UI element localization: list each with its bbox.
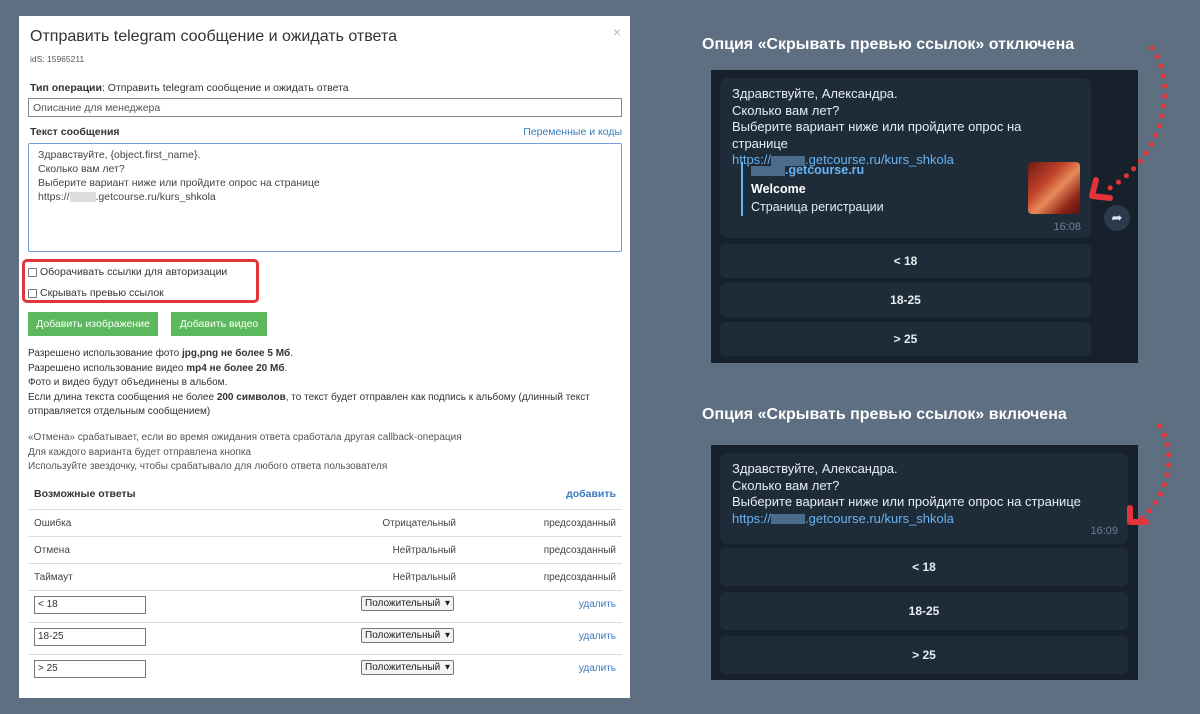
preview-description: Страница регистрации (751, 200, 884, 214)
message-textarea[interactable]: Здравствуйте, {object.first_name}. Сколь… (28, 143, 622, 252)
message-time: 16:09 (1090, 524, 1118, 537)
chevron-down-icon: ▾ (444, 598, 450, 609)
table-row: 18-25 Положительный ▾ удалить (28, 622, 622, 654)
blurred-subdomain (751, 165, 785, 176)
answers-table: Ошибка Отрицательный предсозданный Отмен… (28, 509, 622, 686)
preview-thumbnail (1028, 162, 1080, 214)
blurred-subdomain (771, 514, 806, 525)
send-telegram-dialog: Отправить telegram сообщение и ожидать о… (19, 16, 630, 698)
heading-preview-on: Опция «Скрывать превью ссылок» включена (702, 406, 1067, 423)
delete-answer-link[interactable]: удалить (579, 631, 616, 642)
delete-answer-link[interactable]: удалить (579, 663, 616, 674)
link-preview[interactable]: .getcourse.ru Welcome Страница регистрац… (741, 162, 884, 216)
reply-button-under-18[interactable]: < 18 (720, 548, 1128, 586)
table-row: Отмена Нейтральный предсозданный (28, 536, 622, 563)
message-line: https:// (38, 191, 70, 203)
blurred-subdomain (69, 192, 96, 203)
reply-button-over-25[interactable]: > 25 (720, 636, 1128, 674)
reply-button-18-25[interactable]: 18-25 (720, 592, 1128, 630)
add-image-button[interactable]: Добавить изображение (28, 312, 158, 336)
table-row: > 25 Положительный ▾ удалить (28, 654, 622, 686)
message-line: Выберите вариант ниже или пройдите опрос… (38, 177, 320, 189)
message-line: Сколько вам лет? (38, 163, 125, 175)
operation-type: Тип операции: Отправить telegram сообщен… (30, 82, 349, 94)
message-line: Здравствуйте, {object.first_name}. (38, 149, 201, 161)
preview-title: Welcome (751, 181, 806, 196)
answers-help: «Отмена» срабатывает, если во время ожид… (28, 432, 462, 472)
answer-value-input[interactable]: 18-25 (34, 628, 146, 646)
dotted-arrow-bottom (1127, 423, 1172, 525)
add-video-button[interactable]: Добавить видео (171, 312, 267, 336)
upload-info: Разрешено использование фото jpg,png не … (28, 348, 590, 417)
variables-and-codes-link[interactable]: Переменные и коды (523, 126, 622, 138)
dotted-arrow-top (1089, 45, 1168, 201)
reply-button-under-18[interactable]: < 18 (720, 244, 1091, 278)
answer-type-select[interactable]: Положительный ▾ (361, 628, 454, 643)
delete-answer-link[interactable]: удалить (579, 599, 616, 610)
highlight-frame (22, 259, 259, 303)
heading-preview-off: Опция «Скрывать превью ссылок» отключена (702, 36, 1075, 53)
operation-type-value: : Отправить telegram сообщение и ожидать… (101, 82, 349, 94)
message-bubble: Здравствуйте, Александра. Сколько вам ле… (720, 78, 1091, 238)
message-time: 16:08 (1053, 220, 1081, 233)
answer-type-select[interactable]: Положительный ▾ (361, 596, 454, 611)
message-text-label: Текст сообщения (30, 126, 120, 138)
chevron-down-icon: ▾ (444, 630, 450, 641)
dialog-ids: idS: 15965211 (30, 54, 85, 64)
telegram-chat-preview-off: Здравствуйте, Александра. Сколько вам ле… (711, 70, 1138, 363)
table-row: Таймаут Нейтральный предсозданный (28, 563, 622, 590)
reply-button-18-25[interactable]: 18-25 (720, 283, 1091, 317)
answer-value-input[interactable]: < 18 (34, 596, 146, 614)
table-row: Ошибка Отрицательный предсозданный (28, 509, 622, 536)
answer-value-input[interactable]: > 25 (34, 660, 146, 678)
manager-description-input[interactable] (28, 98, 622, 117)
chevron-down-icon: ▾ (444, 662, 450, 673)
message-link[interactable]: https://.getcourse.ru/kurs_shkola (732, 511, 1116, 528)
message-bubble: Здравствуйте, Александра. Сколько вам ле… (720, 453, 1128, 544)
possible-answers-title: Возможные ответы (34, 488, 136, 500)
telegram-chat-preview-on: Здравствуйте, Александра. Сколько вам ле… (711, 445, 1138, 680)
table-row: < 18 Положительный ▾ удалить (28, 590, 622, 622)
operation-type-label: Тип операции (30, 82, 102, 94)
preview-site: .getcourse.ru (751, 162, 884, 179)
message-line: .getcourse.ru/kurs_shkola (95, 191, 216, 203)
dialog-title: Отправить telegram сообщение и ожидать о… (30, 28, 397, 45)
answer-type-select[interactable]: Положительный ▾ (361, 660, 454, 675)
reply-button-over-25[interactable]: > 25 (720, 322, 1091, 356)
add-answer-link[interactable]: добавить (566, 488, 616, 500)
close-icon[interactable]: × (613, 24, 621, 40)
